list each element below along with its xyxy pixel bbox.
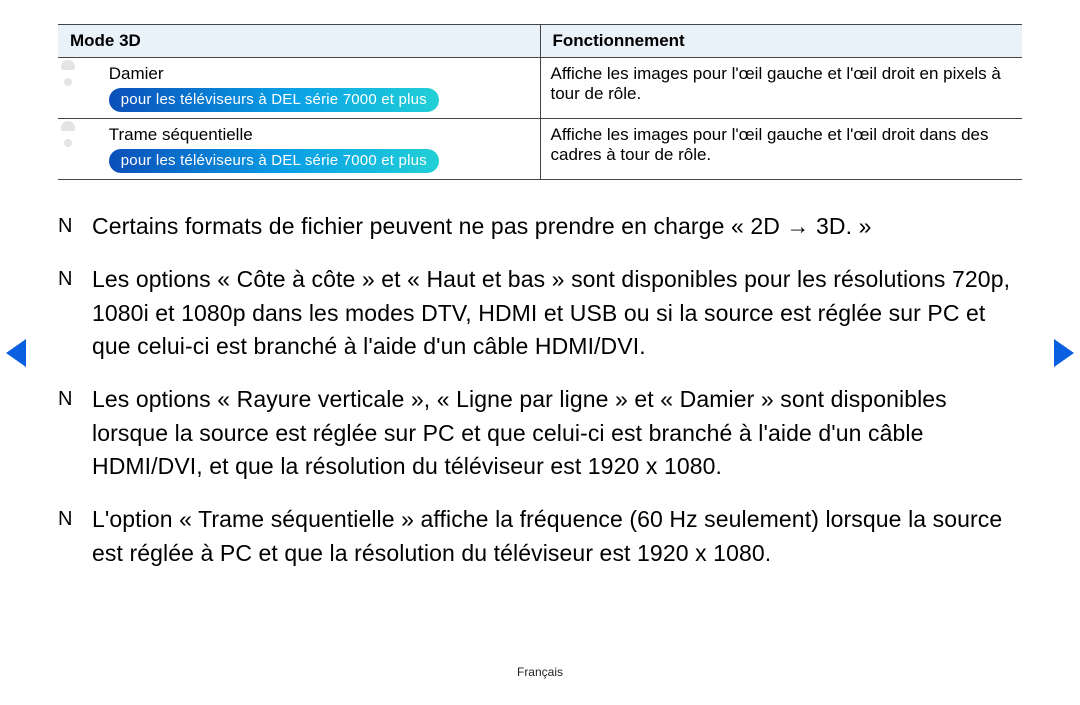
footer-language: Français bbox=[0, 665, 1080, 679]
page: Mode 3D Fonctionnement Damier pour les t… bbox=[0, 0, 1080, 705]
table-header-func: Fonctionnement bbox=[540, 25, 1022, 58]
chevron-right-icon bbox=[1054, 339, 1074, 367]
note-text: L'option « Trame séquentielle » affiche … bbox=[92, 503, 1022, 570]
note-text: Les options « Côte à côte » et « Haut et… bbox=[92, 263, 1022, 363]
mode-label: Damier bbox=[109, 64, 439, 84]
table-row: Damier pour les téléviseurs à DEL série … bbox=[58, 58, 1022, 119]
note-item: N Les options « Côte à côte » et « Haut … bbox=[58, 263, 1022, 363]
note-item: N Certains formats de fichier peuvent ne… bbox=[58, 210, 1022, 243]
note-text: Certains formats de fichier peuvent ne p… bbox=[92, 210, 1022, 243]
table-header-mode: Mode 3D bbox=[58, 25, 540, 58]
notes-list: N Certains formats de fichier peuvent ne… bbox=[58, 210, 1022, 570]
availability-badge: pour les téléviseurs à DEL série 7000 et… bbox=[109, 149, 439, 173]
note-marker-icon: N bbox=[58, 503, 86, 535]
prev-page-button[interactable] bbox=[6, 339, 26, 367]
note-marker-icon: N bbox=[58, 383, 86, 415]
chevron-left-icon bbox=[6, 339, 26, 367]
note-item: N Les options « Rayure verticale », « Li… bbox=[58, 383, 1022, 483]
note-text: Les options « Rayure verticale », « Lign… bbox=[92, 383, 1022, 483]
mode-label: Trame séquentielle bbox=[109, 125, 439, 145]
mode-3d-icon bbox=[68, 74, 96, 102]
mode-func: Affiche les images pour l'œil gauche et … bbox=[540, 119, 1022, 180]
note-marker-icon: N bbox=[58, 263, 86, 295]
note-marker-icon: N bbox=[58, 210, 86, 242]
note-item: N L'option « Trame séquentielle » affich… bbox=[58, 503, 1022, 570]
mode-func: Affiche les images pour l'œil gauche et … bbox=[540, 58, 1022, 119]
table-row: Trame séquentielle pour les téléviseurs … bbox=[58, 119, 1022, 180]
availability-badge: pour les téléviseurs à DEL série 7000 et… bbox=[109, 88, 439, 112]
mode-3d-icon bbox=[68, 135, 96, 163]
next-page-button[interactable] bbox=[1054, 339, 1074, 367]
mode-3d-table: Mode 3D Fonctionnement Damier pour les t… bbox=[58, 24, 1022, 180]
